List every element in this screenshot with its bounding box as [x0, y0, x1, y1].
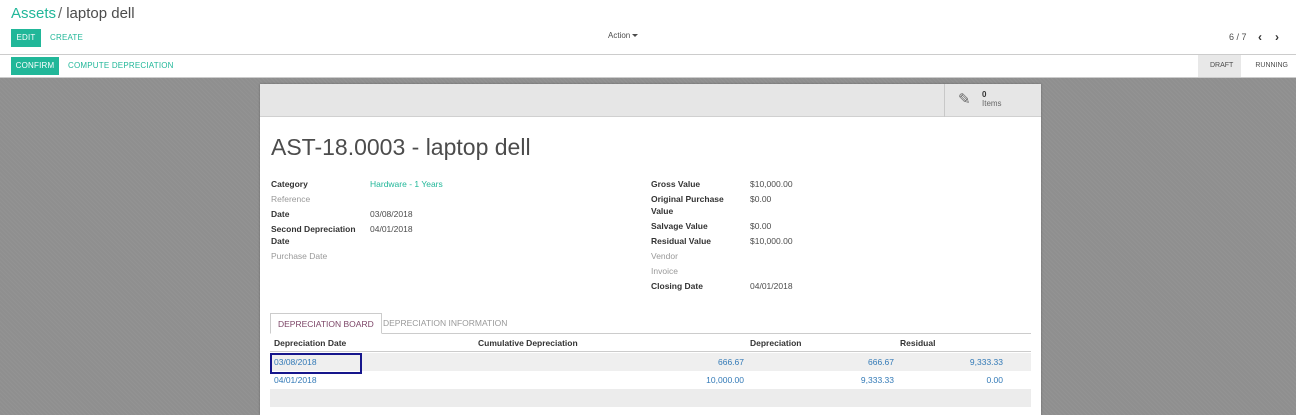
column-cumulative-depreciation[interactable]: Cumulative Depreciation — [478, 337, 578, 349]
gross-value-label: Gross Value — [651, 179, 701, 189]
column-depreciation-date[interactable]: Depreciation Date — [274, 337, 346, 349]
original-purchase-value-label: Original Purchase Value — [651, 194, 724, 216]
form-statusbar: CONFIRM COMPUTE DEPRECIATION DRAFT RUNNI… — [0, 55, 1296, 78]
page-title: AST-18.0003 - laptop dell — [271, 134, 531, 160]
breadcrumb-current: laptop dell — [66, 5, 135, 22]
row-cumulative: 666.67 — [718, 357, 744, 367]
confirm-button[interactable]: CONFIRM — [11, 57, 59, 75]
table-footer — [270, 389, 1031, 407]
form-sheet: ✎ 0 Items AST-18.0003 - laptop dell Cate… — [260, 84, 1041, 415]
pencil-icon: ✎ — [958, 91, 971, 108]
tab-depreciation-information[interactable]: DEPRECIATION INFORMATION — [376, 313, 514, 334]
row-cumulative: 10,000.00 — [706, 375, 744, 385]
row-residual: 9,333.33 — [969, 357, 1003, 367]
status-running[interactable]: RUNNING — [1241, 55, 1296, 77]
invoice-label: Invoice — [651, 266, 678, 276]
status-draft[interactable]: DRAFT — [1197, 55, 1242, 77]
residual-value-label: Residual Value — [651, 236, 711, 246]
chevron-left-icon[interactable]: ‹ — [1254, 30, 1266, 44]
closing-date-label: Closing Date — [651, 281, 703, 291]
caret-down-icon — [632, 34, 639, 38]
status-pipeline: DRAFT RUNNING — [1197, 55, 1296, 77]
second-depreciation-date-label: Second Depreciation Date — [271, 224, 356, 246]
table-row[interactable]: 03/08/2018 666.67 666.67 9,333.33 — [270, 353, 1031, 371]
row-date[interactable]: 04/01/2018 — [274, 374, 317, 386]
salvage-value-value: $0.00 — [750, 221, 772, 231]
edit-button[interactable]: EDIT — [11, 29, 41, 47]
notebook-tabs: DEPRECIATION BOARD DEPRECIATION INFORMAT… — [270, 313, 1031, 334]
vendor-label: Vendor — [651, 251, 678, 261]
row-residual: 0.00 — [986, 375, 1003, 385]
action-dropdown[interactable]: Action — [608, 29, 639, 43]
category-label: Category — [271, 179, 308, 189]
second-depreciation-date-value: 04/01/2018 — [370, 224, 413, 234]
items-stat-button[interactable]: ✎ 0 Items — [944, 84, 1041, 117]
row-depreciation: 9,333.33 — [860, 375, 894, 385]
breadcrumb-assets-link[interactable]: Assets — [11, 5, 56, 22]
residual-value-value: $10,000.00 — [750, 236, 793, 246]
button-box: ✎ 0 Items — [260, 84, 1041, 117]
row-depreciation: 666.67 — [868, 357, 894, 367]
column-depreciation[interactable]: Depreciation — [750, 337, 802, 349]
items-label: Items — [982, 99, 1002, 108]
tab-depreciation-board[interactable]: DEPRECIATION BOARD — [270, 313, 382, 334]
breadcrumb: Assets / laptop dell — [11, 5, 135, 22]
chevron-right-icon[interactable]: › — [1271, 30, 1283, 44]
closing-date-value: 04/01/2018 — [750, 281, 793, 291]
date-label: Date — [271, 209, 290, 219]
focus-outline — [270, 353, 362, 374]
pager-value[interactable]: 6 / 7 — [1229, 30, 1247, 44]
table-row[interactable]: 04/01/2018 10,000.00 9,333.33 0.00 — [270, 371, 1031, 389]
breadcrumb-separator: / — [58, 5, 63, 22]
table-header: Depreciation Date Cumulative Depreciatio… — [270, 335, 1031, 352]
gross-value-value: $10,000.00 — [750, 179, 793, 189]
category-value[interactable]: Hardware - 1 Years — [370, 178, 443, 190]
create-button[interactable]: CREATE — [50, 29, 83, 47]
column-residual[interactable]: Residual — [900, 337, 935, 349]
compute-depreciation-button[interactable]: COMPUTE DEPRECIATION — [68, 57, 174, 75]
action-label: Action — [608, 31, 631, 40]
purchase-date-label: Purchase Date — [271, 251, 328, 261]
control-panel: Assets / laptop dell EDIT CREATE Action 6 … — [0, 0, 1296, 55]
salvage-value-label: Salvage Value — [651, 221, 708, 231]
original-purchase-value-value: $0.00 — [750, 194, 772, 204]
reference-label: Reference — [271, 194, 311, 204]
date-value: 03/08/2018 — [370, 209, 413, 219]
